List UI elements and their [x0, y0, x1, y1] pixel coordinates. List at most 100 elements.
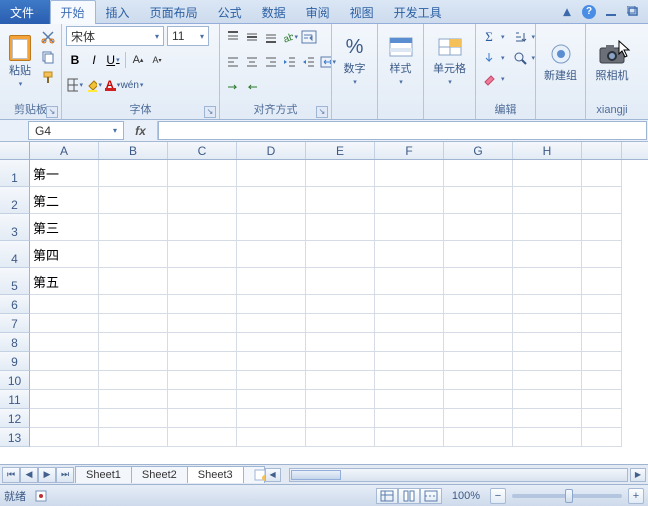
cell[interactable]	[444, 428, 513, 447]
cell[interactable]: 第四	[30, 241, 99, 268]
cell[interactable]	[582, 314, 622, 333]
cell[interactable]	[513, 160, 582, 187]
window-restore-icon[interactable]	[624, 4, 642, 20]
cell[interactable]	[168, 295, 237, 314]
cell[interactable]	[168, 314, 237, 333]
cut-icon[interactable]	[39, 28, 57, 46]
cell[interactable]	[582, 352, 622, 371]
cell[interactable]	[30, 409, 99, 428]
col-header[interactable]: G	[444, 142, 513, 159]
sort-filter-icon[interactable]	[511, 28, 529, 46]
select-all-corner[interactable]	[0, 142, 30, 159]
cell[interactable]	[306, 214, 375, 241]
cell[interactable]	[306, 371, 375, 390]
new-group-button[interactable]: 新建组	[540, 26, 581, 96]
borders-button[interactable]: ▾	[66, 76, 84, 94]
insert-function-button[interactable]: fx	[124, 121, 158, 140]
cell[interactable]: 第三	[30, 214, 99, 241]
formula-input[interactable]	[158, 121, 647, 140]
cell[interactable]	[513, 241, 582, 268]
cell[interactable]	[306, 295, 375, 314]
row-header[interactable]: 6	[0, 295, 30, 314]
row-header[interactable]: 4	[0, 241, 30, 268]
format-painter-icon[interactable]	[39, 68, 57, 86]
cell[interactable]	[582, 409, 622, 428]
cell[interactable]	[99, 187, 168, 214]
bold-button[interactable]: B	[66, 51, 84, 69]
decrease-indent-icon[interactable]	[281, 53, 299, 71]
cell[interactable]	[444, 187, 513, 214]
cell[interactable]	[444, 214, 513, 241]
cell[interactable]	[582, 268, 622, 295]
cell[interactable]	[513, 371, 582, 390]
cell[interactable]	[582, 214, 622, 241]
sheet-nav-prev[interactable]: ◀	[20, 467, 38, 483]
cell[interactable]	[30, 352, 99, 371]
cell[interactable]	[582, 187, 622, 214]
horizontal-scrollbar[interactable]: ◀ ▶	[265, 468, 648, 482]
zoom-out-button[interactable]: −	[490, 488, 506, 504]
grow-font-icon[interactable]: A▴	[129, 51, 147, 69]
cell[interactable]	[237, 371, 306, 390]
cell[interactable]	[168, 352, 237, 371]
sheet-nav-last[interactable]: ⏭	[56, 467, 74, 483]
sheet-tab[interactable]: Sheet3	[187, 466, 244, 483]
cell[interactable]	[513, 428, 582, 447]
autosum-icon[interactable]: Σ	[480, 28, 498, 46]
cell[interactable]	[99, 409, 168, 428]
new-sheet-button[interactable]	[243, 466, 265, 483]
align-right-icon[interactable]	[262, 53, 280, 71]
row-header[interactable]: 5	[0, 268, 30, 295]
cell[interactable]	[99, 371, 168, 390]
cell[interactable]	[168, 390, 237, 409]
view-page-break-icon[interactable]	[420, 488, 442, 504]
fill-color-button[interactable]: ▾	[85, 76, 103, 94]
align-left-icon[interactable]	[224, 53, 242, 71]
row-header[interactable]: 2	[0, 187, 30, 214]
font-color-button[interactable]: A▾	[104, 76, 122, 94]
cell[interactable]	[306, 314, 375, 333]
cell[interactable]	[168, 371, 237, 390]
cell[interactable]	[444, 314, 513, 333]
font-launcher[interactable]: ↘	[204, 106, 216, 118]
font-name-combo[interactable]: 宋体▾	[66, 26, 164, 46]
tab-insert[interactable]: 插入	[96, 0, 140, 24]
cell[interactable]	[375, 187, 444, 214]
row-header[interactable]: 1	[0, 160, 30, 187]
cell[interactable]	[513, 187, 582, 214]
cell[interactable]	[444, 352, 513, 371]
zoom-percent[interactable]: 100%	[452, 490, 480, 502]
row-header[interactable]: 10	[0, 371, 30, 390]
tab-formulas[interactable]: 公式	[208, 0, 252, 24]
cell[interactable]	[30, 314, 99, 333]
cell[interactable]	[582, 241, 622, 268]
cell[interactable]	[168, 160, 237, 187]
cell[interactable]	[30, 390, 99, 409]
tab-file[interactable]: 文件▾	[0, 0, 50, 24]
cell[interactable]	[30, 428, 99, 447]
cell[interactable]	[375, 241, 444, 268]
cell[interactable]	[513, 333, 582, 352]
fill-icon[interactable]	[480, 49, 498, 67]
col-header[interactable]: E	[306, 142, 375, 159]
align-top-icon[interactable]	[224, 28, 242, 46]
cell[interactable]	[375, 371, 444, 390]
col-header[interactable]: B	[99, 142, 168, 159]
cell[interactable]	[237, 409, 306, 428]
cell[interactable]	[168, 428, 237, 447]
cell[interactable]	[168, 268, 237, 295]
cell[interactable]	[306, 160, 375, 187]
cell[interactable]	[30, 371, 99, 390]
cell[interactable]	[99, 428, 168, 447]
col-header[interactable]: A	[30, 142, 99, 159]
styles-button[interactable]: 样式▾	[382, 26, 419, 96]
row-header[interactable]: 9	[0, 352, 30, 371]
cell[interactable]	[582, 333, 622, 352]
cell[interactable]	[582, 371, 622, 390]
help-icon[interactable]: ?	[580, 4, 598, 20]
number-format-button[interactable]: % 数字▾	[336, 26, 373, 96]
cell[interactable]	[237, 333, 306, 352]
tab-data[interactable]: 数据	[252, 0, 296, 24]
cell[interactable]	[444, 371, 513, 390]
sheet-nav-first[interactable]: ⏮	[2, 467, 20, 483]
